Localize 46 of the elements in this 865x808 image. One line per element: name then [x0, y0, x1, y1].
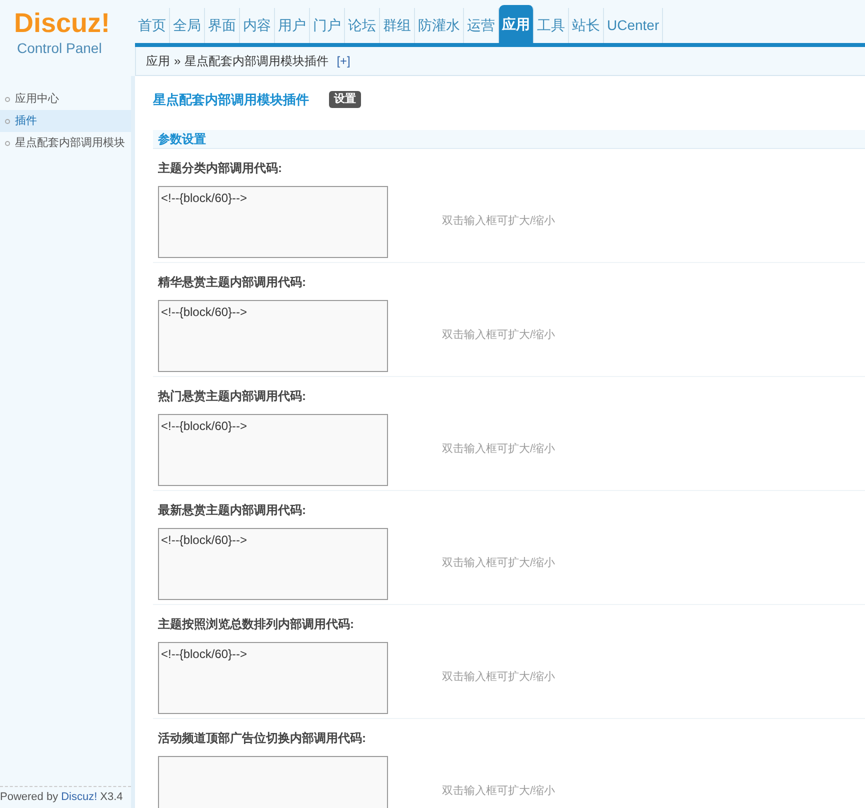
nav-tab[interactable]: 站长 — [569, 8, 604, 43]
logo-brand: Discuz! — [14, 8, 110, 38]
footer-version: X3.4 — [100, 790, 123, 806]
field-hint: 双击输入框可扩大/缩小 — [442, 784, 556, 800]
field-hint: 双击输入框可扩大/缩小 — [442, 328, 556, 344]
footer-text: Powered by — [0, 790, 58, 806]
code-textarea[interactable]: <!--{block/60}--> — [158, 528, 388, 600]
sidebar-item[interactable]: 应用中心 — [0, 88, 131, 110]
settings-tab[interactable]: 设置 — [329, 91, 361, 108]
nav-tab[interactable]: 工具 — [534, 8, 569, 43]
code-textarea[interactable]: <!--{block/60}--> — [158, 414, 388, 486]
add-shortcut-link[interactable]: [+] — [336, 52, 350, 70]
code-textarea[interactable]: <!--{block/60}--> — [158, 186, 388, 258]
code-textarea[interactable]: <!--{block/60}--> — [158, 300, 388, 372]
footer-link[interactable]: Discuz! — [61, 789, 98, 806]
nav-tab[interactable]: 全局 — [170, 8, 205, 43]
nav-tab[interactable]: 内容 — [240, 8, 275, 43]
nav-tab[interactable]: 应用 — [499, 5, 534, 43]
field-hint: 双击输入框可扩大/缩小 — [442, 214, 556, 230]
nav-tab[interactable]: 论坛 — [345, 8, 380, 43]
nav-tab[interactable]: 首页 — [135, 8, 170, 43]
nav-tab[interactable]: 群组 — [380, 8, 415, 43]
nav-tab[interactable]: UCenter — [604, 8, 664, 43]
field-hint: 双击输入框可扩大/缩小 — [442, 556, 556, 572]
nav-tab[interactable]: 防灌水 — [415, 8, 464, 43]
field-label: 热门悬赏主题内部调用代码: — [158, 388, 306, 404]
nav-tab[interactable]: 用户 — [275, 8, 310, 43]
sidebar-item[interactable]: 插件 — [0, 110, 131, 132]
field-label: 活动频道顶部广告位切换内部调用代码: — [158, 730, 366, 746]
code-textarea[interactable]: <!--{block/60}--> — [158, 642, 388, 714]
logo-subtitle: Control Panel — [16, 39, 102, 58]
sidebar-item[interactable]: 星点配套内部调用模块 — [0, 132, 131, 154]
page-title: 星点配套内部调用模块插件 — [153, 91, 309, 109]
breadcrumb-separator: » — [174, 53, 181, 70]
nav-tab[interactable]: 界面 — [205, 8, 240, 43]
field-hint: 双击输入框可扩大/缩小 — [442, 442, 556, 458]
field-label: 精华悬赏主题内部调用代码: — [158, 274, 306, 290]
field-label: 主题按照浏览总数排列内部调用代码: — [158, 616, 354, 632]
code-textarea[interactable] — [158, 756, 388, 808]
section-heading: 参数设置 — [158, 130, 206, 148]
nav-tab[interactable]: 门户 — [310, 8, 345, 43]
field-label: 主题分类内部调用代码: — [158, 160, 282, 176]
field-label: 最新悬赏主题内部调用代码: — [158, 502, 306, 518]
breadcrumb-item[interactable]: 星点配套内部调用模块插件 — [184, 52, 329, 70]
field-hint: 双击输入框可扩大/缩小 — [442, 670, 556, 686]
breadcrumb-item[interactable]: 应用 — [146, 52, 170, 70]
